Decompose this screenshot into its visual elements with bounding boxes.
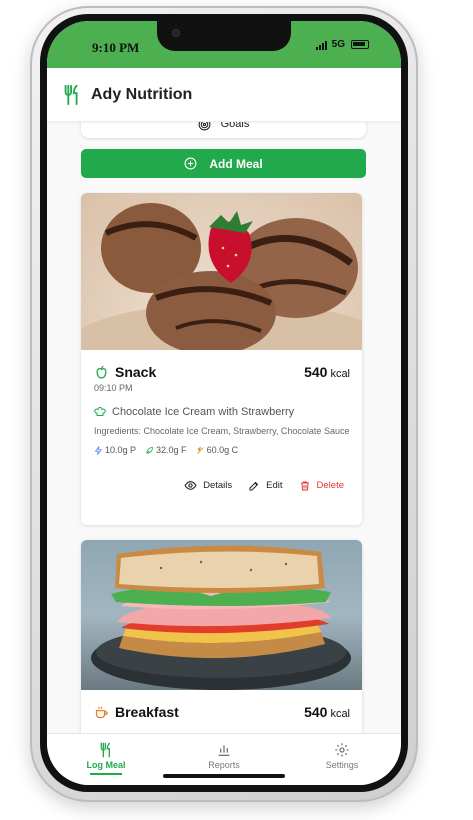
details-button[interactable]: Details — [184, 479, 232, 492]
delete-button[interactable]: Delete — [299, 479, 344, 492]
meal-card[interactable]: Snack 540 kcal 09:10 PM Chocolate Ice Cre… — [81, 193, 362, 525]
meal-actions: Details Edit Delete — [94, 479, 350, 492]
leaf-icon — [146, 446, 153, 454]
bar-chart-icon — [218, 745, 230, 756]
app-title: Ady Nutrition — [91, 85, 193, 103]
meal-type-label: Snack — [115, 364, 157, 380]
meal-name: Chocolate Ice Cream with Strawberry — [94, 406, 350, 418]
battery-icon — [351, 40, 369, 49]
app-screen: 9:10 PM 5G Ady Nutrition Goals Add Meal … — [47, 21, 401, 785]
target-icon — [198, 122, 211, 130]
carbs-value: 60.0g C — [196, 445, 238, 455]
meal-calories: 540 kcal — [304, 364, 350, 380]
fork-knife-icon — [100, 742, 110, 758]
chef-hat-icon — [94, 407, 106, 416]
plus-circle-icon — [184, 157, 197, 170]
meal-ingredients: Ingredients: Chocolate Ice Cream, Strawb… — [94, 426, 350, 436]
apple-icon — [96, 365, 107, 378]
add-meal-label: Add Meal — [209, 156, 263, 171]
status-bar: 9:10 PM 5G — [47, 21, 401, 68]
nav-settings[interactable]: Settings — [283, 734, 401, 785]
meal-type-label: Breakfast — [115, 704, 179, 720]
status-time: 9:10 PM — [92, 40, 140, 55]
home-indicator — [163, 774, 285, 778]
signal-icon — [315, 40, 327, 50]
nav-log-meal[interactable]: Log Meal — [47, 734, 165, 785]
eye-icon — [184, 481, 197, 490]
meal-photo — [81, 193, 362, 350]
bolt-icon — [94, 445, 102, 455]
meal-time: 09:10 PM — [94, 383, 133, 393]
fork-knife-icon — [64, 84, 78, 105]
meal-list[interactable]: Goals Add Meal Snack 540 kcal 09:10 PM C… — [47, 122, 401, 733]
status-indicators: 5G — [315, 39, 369, 50]
network-label: 5G — [331, 39, 345, 50]
edit-button[interactable]: Edit — [248, 479, 283, 492]
goals-link[interactable]: Goals — [81, 122, 366, 138]
meal-card[interactable]: Breakfast 540 kcal — [81, 540, 362, 733]
gear-icon — [335, 743, 349, 757]
fat-value: 32.0g F — [145, 445, 187, 455]
meal-photo — [81, 540, 362, 690]
trash-icon — [300, 481, 309, 491]
goals-label: Goals — [220, 122, 250, 130]
wheat-icon — [196, 446, 204, 454]
app-header: Ady Nutrition — [47, 68, 401, 122]
meal-calories: 540 kcal — [304, 704, 350, 720]
camera-icon — [172, 29, 180, 37]
macros: 10.0g P 32.0g F 60.0g C — [94, 445, 350, 455]
add-meal-button[interactable]: Add Meal — [81, 149, 366, 178]
coffee-icon — [95, 706, 108, 718]
pencil-icon — [249, 481, 259, 491]
protein-value: 10.0g P — [94, 445, 136, 455]
